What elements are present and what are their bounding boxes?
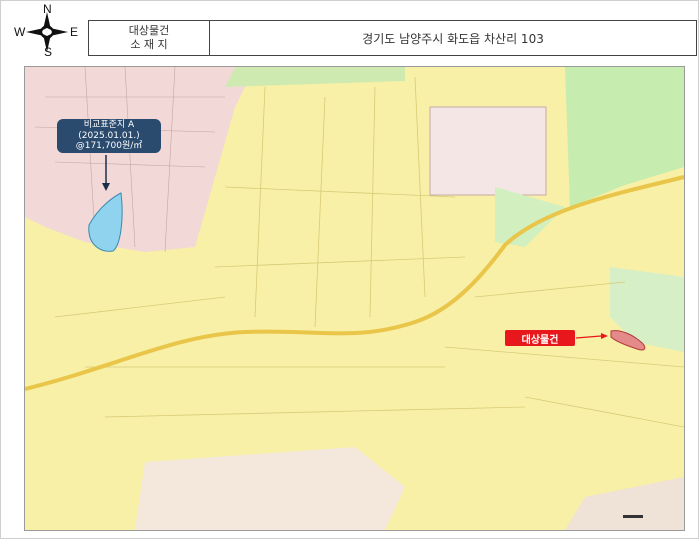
label-line1: 대상물건 xyxy=(128,24,170,37)
label-line2: 소 재 지 xyxy=(130,38,168,51)
urban-area-northwest xyxy=(25,67,255,252)
green-zone-northeast xyxy=(565,67,684,207)
address-table: 대상물건 소 재 지 경기도 남양주시 화도읍 차산리 103 xyxy=(88,20,697,56)
building-complex xyxy=(429,106,547,196)
address-value-cell: 경기도 남양주시 화도읍 차산리 103 xyxy=(210,21,696,55)
target-arrowhead xyxy=(601,333,608,339)
comparison-standard-callout: 비교표준지 A (2025.01.01.) @171,700원/㎡ xyxy=(57,119,161,153)
callout-price: @171,700원/㎡ xyxy=(75,141,143,151)
compass-north-label: N xyxy=(43,2,52,16)
callout-date: (2025.01.01.) xyxy=(78,130,140,141)
callout-title: 비교표준지 A xyxy=(83,120,135,130)
green-zone-north xyxy=(225,67,405,87)
cadastral-map[interactable]: 비교표준지 A (2025.01.01.) @171,700원/㎡ 대상물건 xyxy=(24,66,685,531)
green-zone-east xyxy=(495,187,565,247)
target-arrow xyxy=(575,335,602,339)
address-text: 경기도 남양주시 화도읍 차산리 103 xyxy=(362,31,544,46)
compass-rose: N S W E xyxy=(14,2,80,59)
urban-area-southeast xyxy=(565,477,684,530)
compass-east-label: E xyxy=(70,25,79,39)
compass-south-label: S xyxy=(44,45,53,59)
target-property-label: 대상물건 xyxy=(505,330,575,346)
address-label-cell: 대상물건 소 재 지 xyxy=(89,21,210,55)
compass-west-label: W xyxy=(14,25,26,39)
urban-area-south xyxy=(135,447,405,530)
scale-bar-icon xyxy=(623,515,643,518)
